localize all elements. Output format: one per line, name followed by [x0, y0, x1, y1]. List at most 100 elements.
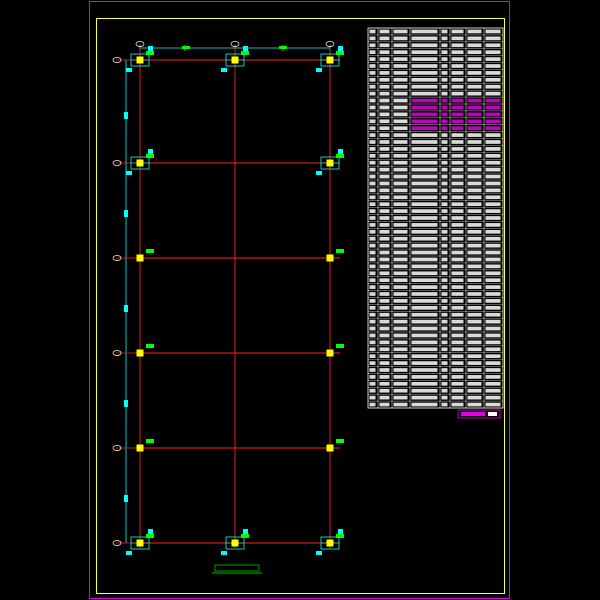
table-cell [451, 250, 464, 255]
table-cell [379, 98, 390, 103]
table-cell [485, 119, 501, 124]
dimension-text-mark [279, 46, 287, 49]
table-cell [379, 84, 390, 89]
table-cell [369, 236, 376, 241]
cad-drawing-canvas [0, 0, 600, 600]
table-cell [379, 305, 390, 310]
table-cell [451, 174, 464, 179]
table-cell [369, 181, 376, 186]
column-label [241, 534, 249, 538]
table-cell [411, 285, 438, 289]
table-cell [379, 388, 390, 393]
table-cell [369, 381, 376, 386]
table-cell [369, 36, 376, 41]
table-cell [393, 250, 408, 255]
table-cell [485, 57, 501, 61]
table-cell [451, 77, 464, 82]
table-cell [485, 77, 501, 82]
table-cell [451, 243, 464, 248]
table-cell [485, 354, 501, 359]
table-cell [379, 340, 390, 345]
table-cell [441, 50, 448, 55]
table-cell [379, 140, 390, 144]
table-cell [369, 167, 376, 172]
dimension-text-mark [124, 210, 128, 217]
table-cell [441, 368, 448, 372]
table-cell [369, 278, 376, 283]
table-cell [485, 305, 501, 310]
table-cell [441, 91, 448, 96]
table-cell [369, 209, 376, 213]
table-cell [393, 229, 408, 234]
column [136, 444, 144, 452]
table-cell [393, 147, 408, 151]
table-cell [441, 278, 448, 283]
table-cell [441, 333, 448, 338]
table-cell [369, 160, 376, 165]
table-cell [451, 91, 464, 96]
table-cell [485, 257, 501, 262]
table-cell [451, 395, 464, 400]
table-cell [467, 140, 482, 144]
table-cell [369, 285, 376, 289]
table-cell [441, 64, 448, 68]
table-cell [441, 375, 448, 379]
table-cell [393, 271, 408, 276]
table-cell [441, 292, 448, 296]
table-cell [451, 292, 464, 296]
column-label [336, 154, 344, 158]
table-cell [451, 105, 464, 110]
table-cell [379, 223, 390, 227]
table-cell [393, 181, 408, 186]
table-cell [411, 64, 438, 68]
column-detail-mark [243, 46, 248, 51]
table-cell [485, 71, 501, 75]
table-cell [369, 340, 376, 345]
table-cell [369, 174, 376, 179]
table-cell [369, 216, 376, 220]
column [326, 444, 334, 452]
table-cell [451, 140, 464, 144]
table-cell [411, 160, 438, 165]
table-cell [393, 361, 408, 365]
table-cell [411, 333, 438, 338]
table-cell [485, 368, 501, 372]
column [136, 56, 144, 64]
table-cell [411, 112, 438, 117]
table-cell [441, 319, 448, 324]
table-cell [467, 292, 482, 296]
table-cell [441, 29, 448, 34]
column-detail-mark [243, 529, 248, 534]
table-cell [393, 340, 408, 345]
table-cell [411, 153, 438, 158]
table-cell [485, 243, 501, 248]
dimension-text-mark [124, 400, 128, 407]
column [136, 349, 144, 357]
table-cell [393, 195, 408, 200]
table-cell [467, 395, 482, 400]
table-cell [451, 29, 464, 34]
table-cell [467, 126, 482, 131]
table-cell [411, 388, 438, 393]
table-cell [451, 98, 464, 103]
column [326, 254, 334, 262]
table-cell [451, 167, 464, 172]
table-cell [467, 312, 482, 317]
table-cell [411, 147, 438, 151]
table-cell [393, 202, 408, 207]
table-cell [441, 326, 448, 331]
table-cell [379, 271, 390, 276]
column [326, 539, 334, 547]
table-cell [441, 84, 448, 89]
column [326, 159, 334, 167]
table-cell [393, 236, 408, 241]
table-cell [467, 285, 482, 289]
table-cell [467, 347, 482, 352]
table-cell [485, 381, 501, 386]
table-cell [467, 133, 482, 137]
table-cell [485, 140, 501, 144]
table-cell [451, 312, 464, 317]
table-cell [411, 84, 438, 89]
table-cell [369, 319, 376, 324]
table-cell [485, 347, 501, 352]
